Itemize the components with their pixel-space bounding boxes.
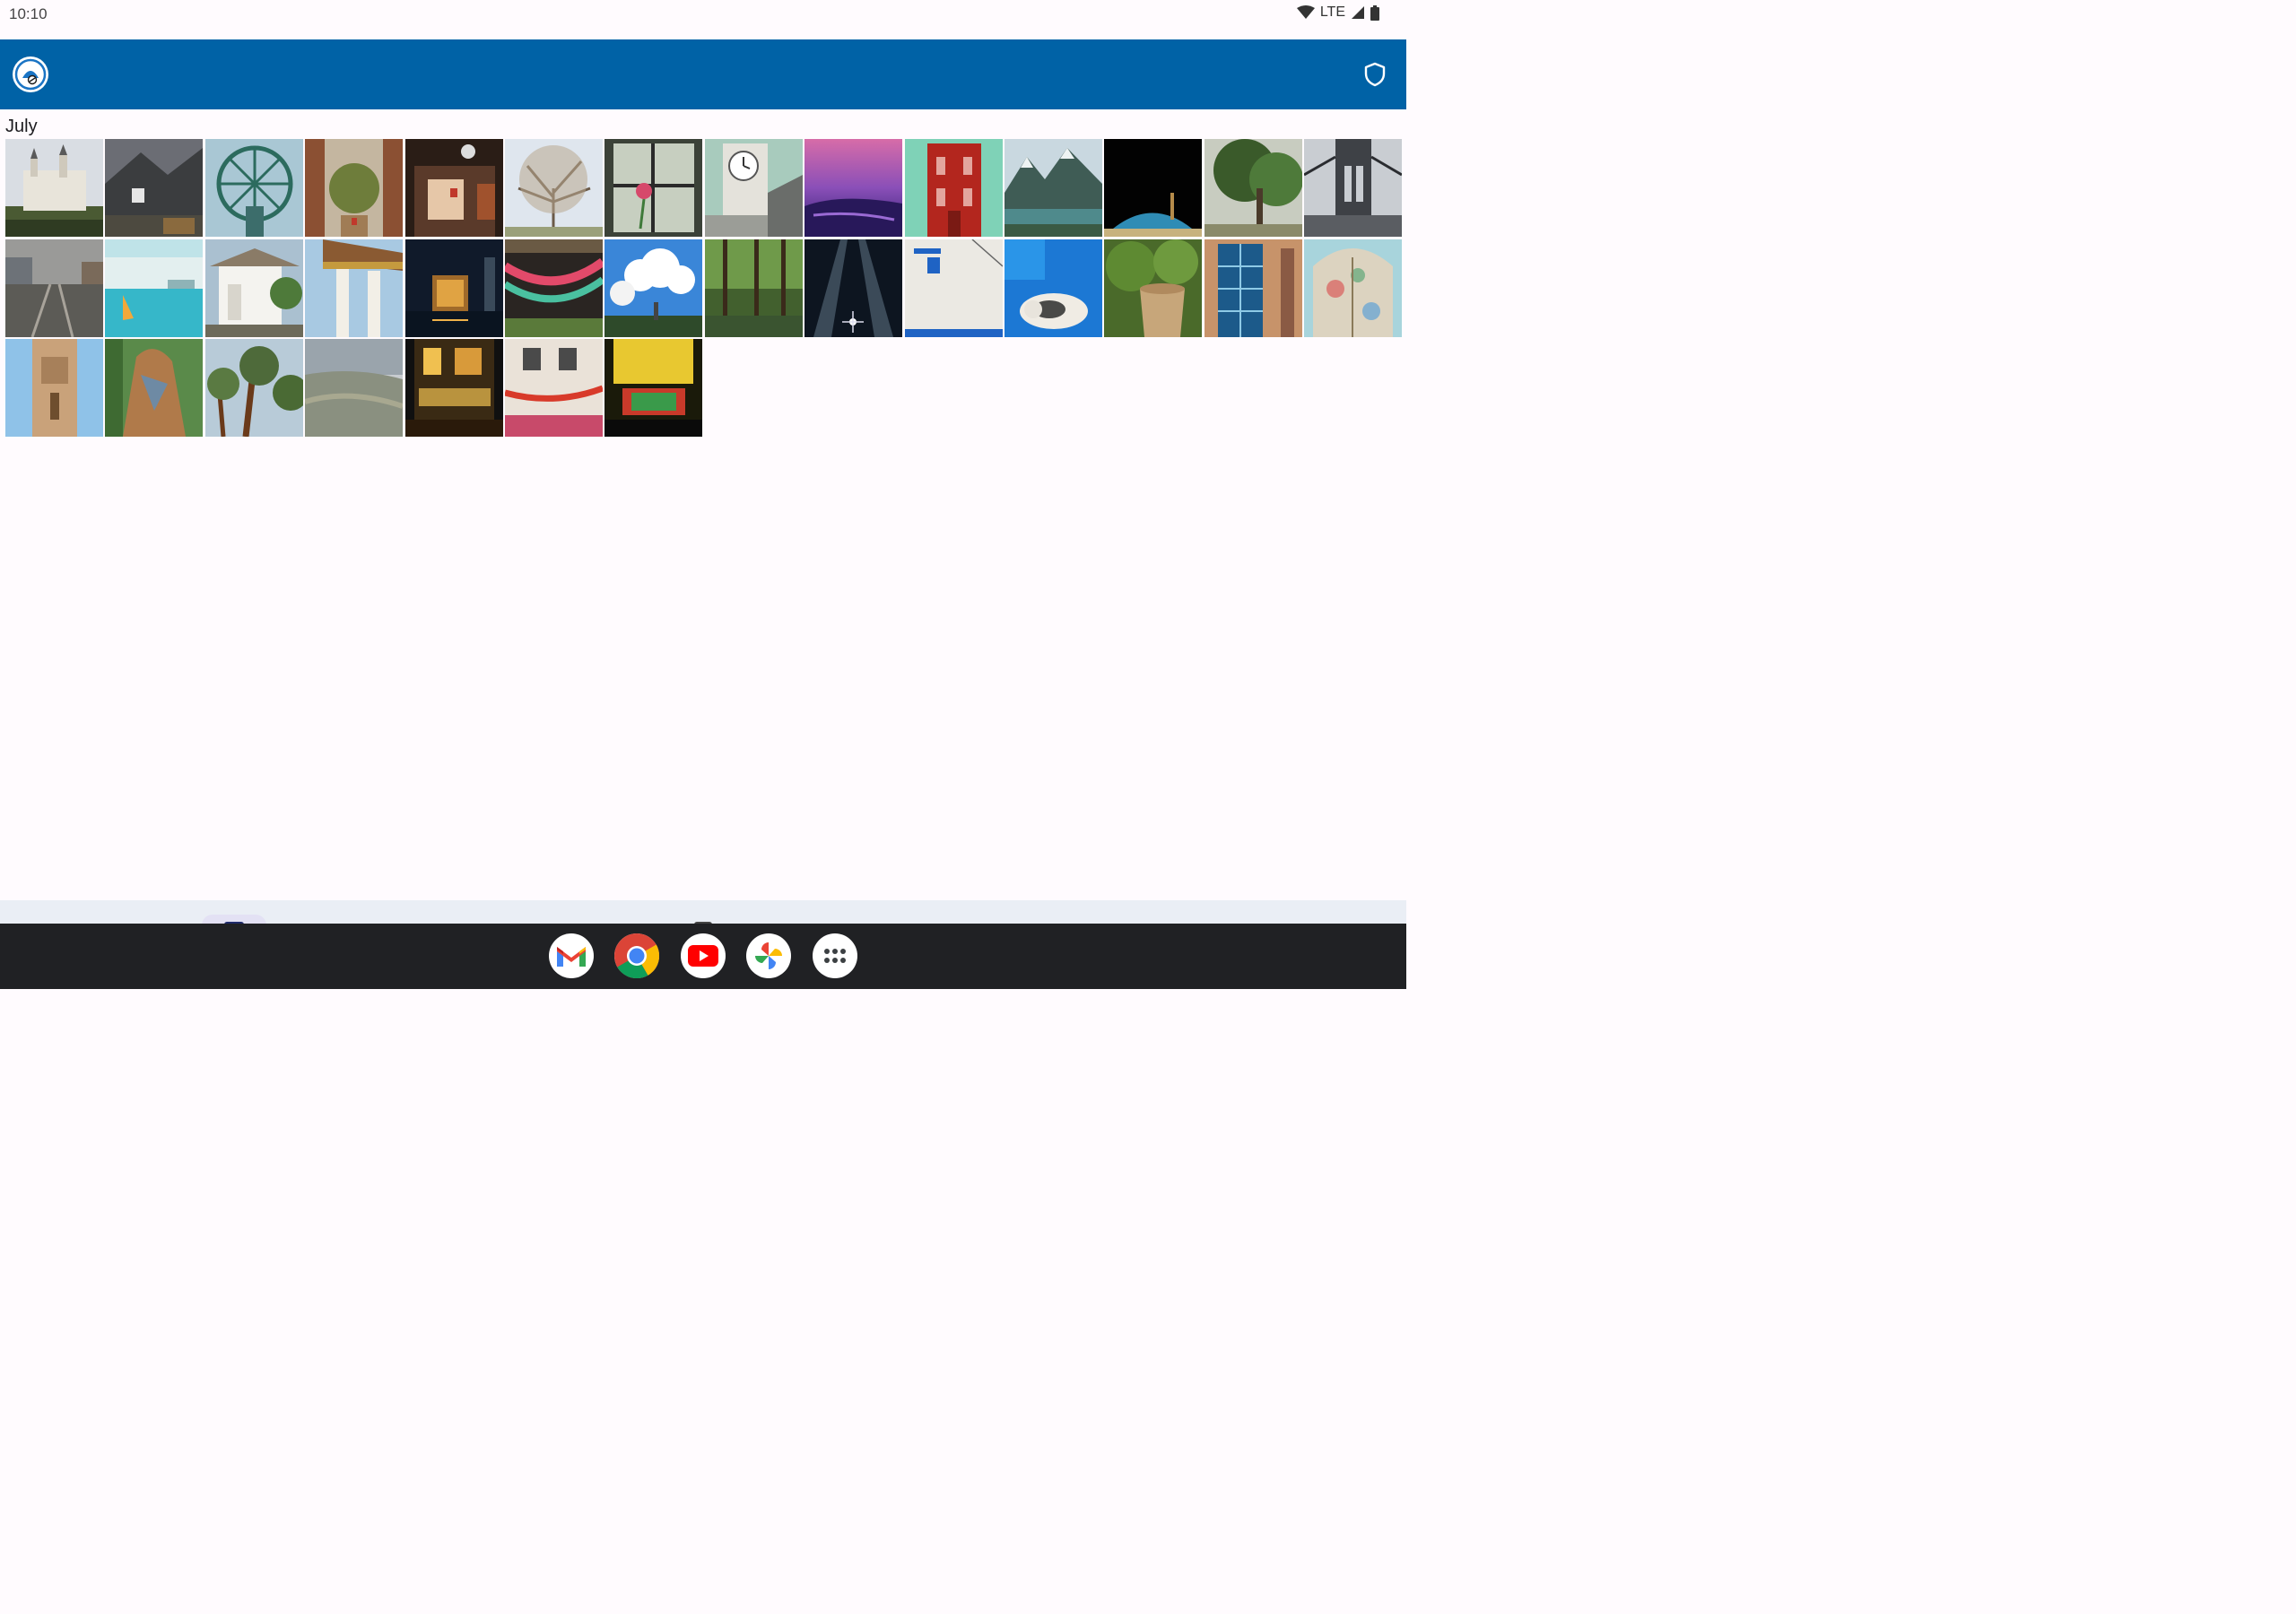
clock-tower-photo[interactable] (704, 139, 803, 237)
green-tree-photo[interactable] (1204, 139, 1302, 237)
battery-icon (1370, 4, 1379, 21)
taskbar-dock (0, 924, 1406, 989)
castle-photo[interactable] (5, 139, 103, 237)
network-type-label: LTE (1319, 4, 1345, 20)
photo-grid (5, 139, 1403, 437)
garden-pot-photo[interactable] (1104, 239, 1203, 337)
white-wall-photo[interactable] (904, 239, 1003, 337)
bridge-photo[interactable] (1304, 139, 1403, 237)
tree-sculpture-photo[interactable] (105, 339, 204, 437)
status-icons: LTE (1296, 4, 1379, 21)
gmail-icon[interactable] (549, 933, 594, 978)
lit-building-photo[interactable] (404, 339, 503, 437)
harbor-sail-photo[interactable] (105, 239, 204, 337)
temple-columns-photo[interactable] (305, 239, 404, 337)
wifi-icon (1296, 5, 1315, 19)
tower-night-photo[interactable] (804, 239, 903, 337)
section-title: July (5, 117, 38, 136)
lantern-street-photo[interactable] (504, 339, 603, 437)
flower-window-photo[interactable] (604, 139, 703, 237)
photos-icon[interactable] (746, 933, 791, 978)
purple-sunset-photo[interactable] (804, 139, 903, 237)
mountain-castle-photo[interactable] (105, 139, 204, 237)
ferris-wheel-photo[interactable] (204, 139, 303, 237)
status-bar: 10:10 LTE (0, 0, 1406, 39)
blue-window-photo[interactable] (1204, 239, 1302, 337)
flooded-forest-photo[interactable] (704, 239, 803, 337)
restaurant-night-photo[interactable] (404, 139, 503, 237)
alpine-lake-photo[interactable] (1004, 139, 1102, 237)
status-time: 10:10 (9, 5, 48, 22)
app-drawer-icon[interactable] (813, 933, 857, 978)
blue-cat-photo[interactable] (1004, 239, 1102, 337)
aerial-valley-photo[interactable] (305, 339, 404, 437)
white-house-photo[interactable] (204, 239, 303, 337)
cell-signal-icon (1352, 6, 1364, 19)
street-corridor-photo[interactable] (305, 139, 404, 237)
youtube-icon[interactable] (681, 933, 726, 978)
mosque-dome-photo[interactable] (1104, 139, 1203, 237)
prayer-flags-photo[interactable] (504, 239, 603, 337)
mosaic-gate-photo[interactable] (1304, 239, 1403, 337)
chinatown-photo[interactable] (604, 339, 703, 437)
shield-icon[interactable] (1363, 62, 1387, 87)
bare-tree-photo[interactable] (504, 139, 603, 237)
red-tower-photo[interactable] (904, 139, 1003, 237)
city-night-photo[interactable] (404, 239, 503, 337)
chrome-icon[interactable] (614, 933, 659, 978)
minaret-photo[interactable] (5, 339, 103, 437)
pine-trees-photo[interactable] (204, 339, 303, 437)
app-logo-icon[interactable] (13, 56, 48, 92)
bottom-navigation-strip (0, 900, 1406, 927)
app-bar (0, 39, 1406, 109)
rail-street-photo[interactable] (5, 239, 103, 337)
clouds-sky-photo[interactable] (604, 239, 703, 337)
